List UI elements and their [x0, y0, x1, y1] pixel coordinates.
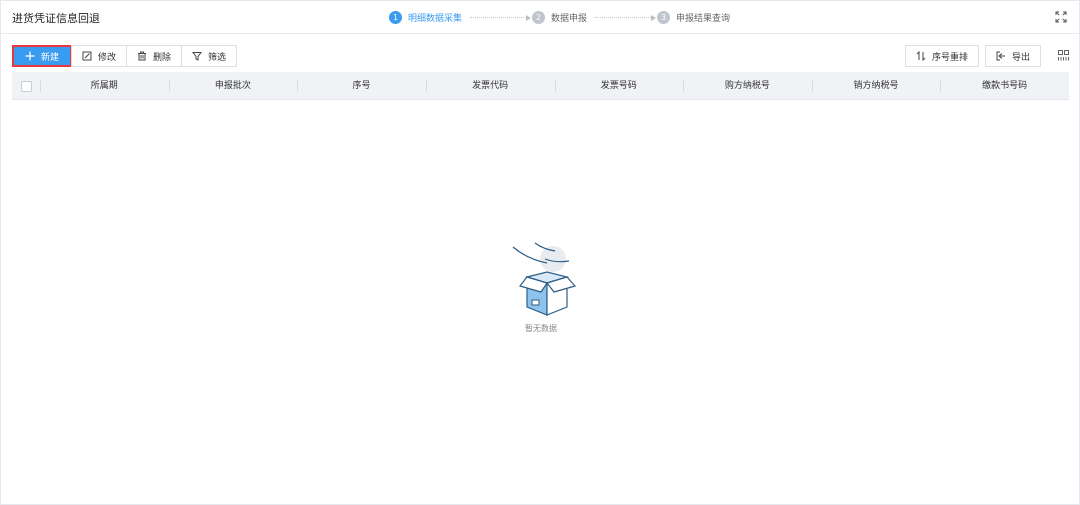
edit-button[interactable]: 修改 [71, 45, 128, 67]
step-3-number: 3 [657, 10, 671, 24]
page: 进货凭证信息回退 1 明细数据采集 2 数据申报 3 申报结果查询 新建 修改 … [0, 0, 1080, 505]
delete-button[interactable]: 删除 [126, 45, 183, 67]
expand-icon[interactable] [1055, 11, 1067, 23]
toolbar: 新建 修改 删除 筛选 [12, 45, 238, 67]
step-3-label: 申报结果查询 [676, 13, 731, 24]
reorder-button-label: 序号重排 [932, 52, 969, 63]
step-1-label: 明细数据采集 [408, 13, 463, 24]
column-header-batch[interactable]: 申报批次 [168, 72, 298, 100]
column-header-payment-number[interactable]: 缴款书号码 [940, 72, 1069, 100]
step-1-number: 1 [389, 10, 402, 24]
step-1[interactable]: 1 明细数据采集 [389, 10, 463, 24]
delete-button-label: 删除 [153, 52, 172, 63]
data-table: 所属期 申报批次 序号 发票代码 发票号码 购方纳税号 销方纳税号 缴款书号码 [12, 72, 1069, 100]
column-header-sequence[interactable]: 序号 [297, 72, 426, 100]
step-separator-arrow [595, 14, 657, 21]
plus-icon [25, 51, 35, 61]
step-2[interactable]: 2 数据申报 [532, 10, 588, 24]
new-button[interactable]: 新建 [12, 45, 73, 67]
table-header-row: 所属期 申报批次 序号 发票代码 发票号码 购方纳税号 销方纳税号 缴款书号码 [12, 72, 1069, 100]
filter-button[interactable]: 筛选 [181, 45, 238, 67]
filter-button-label: 筛选 [208, 52, 227, 63]
select-all-checkbox[interactable] [20, 80, 32, 92]
column-header-buyer-tax-id[interactable]: 购方纳税号 [683, 72, 812, 100]
column-header-invoice-code[interactable]: 发票代码 [425, 72, 555, 100]
trash-icon [137, 51, 147, 61]
empty-box-icon [491, 239, 591, 317]
column-header-invoice-number[interactable]: 发票号码 [554, 72, 684, 100]
grid-settings-icon[interactable] [1058, 50, 1069, 61]
funnel-icon [192, 51, 203, 61]
new-button-label: 新建 [41, 52, 60, 63]
page-header: 进货凭证信息回退 1 明细数据采集 2 数据申报 3 申报结果查询 [1, 1, 1079, 34]
empty-state-text: 暂无数据 [525, 324, 557, 333]
export-icon [996, 51, 1006, 61]
export-button[interactable]: 导出 [985, 45, 1042, 67]
step-2-label: 数据申报 [551, 13, 588, 24]
sort-icon [916, 51, 926, 61]
toolbar-right: 序号重排 导出 [905, 45, 1042, 67]
column-header-period[interactable]: 所属期 [40, 72, 169, 100]
empty-state: 暂无数据 [491, 239, 591, 334]
edit-button-label: 修改 [98, 52, 117, 63]
step-separator-arrow [470, 14, 532, 21]
progress-steps: 1 明细数据采集 2 数据申报 3 申报结果查询 [389, 10, 730, 24]
edit-icon [82, 51, 92, 61]
step-2-number: 2 [532, 10, 546, 24]
export-button-label: 导出 [1012, 52, 1031, 63]
page-title: 进货凭证信息回退 [12, 12, 100, 25]
reorder-button[interactable]: 序号重排 [905, 45, 980, 67]
step-3[interactable]: 3 申报结果查询 [657, 10, 731, 24]
select-all-cell [12, 80, 40, 92]
column-header-seller-tax-id[interactable]: 销方纳税号 [811, 72, 941, 100]
